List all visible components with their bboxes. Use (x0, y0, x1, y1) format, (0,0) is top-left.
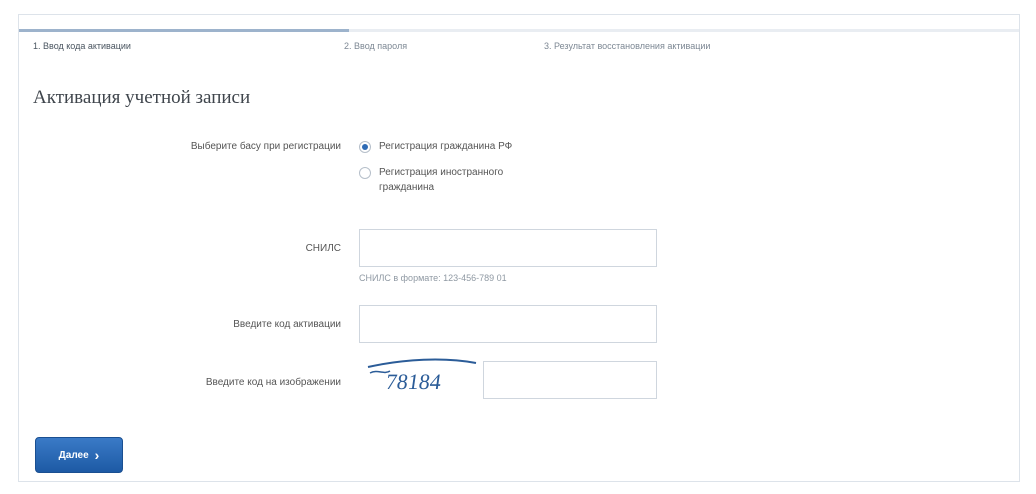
progress-fill (19, 29, 349, 32)
radio-option-citizen[interactable]: Регистрация гражданина РФ (359, 139, 559, 154)
step-2-label: 2. Ввод пароля (344, 41, 408, 51)
captcha-text: 78184 (384, 369, 443, 394)
captcha-input[interactable] (483, 361, 657, 399)
captcha-label: Введите код на изображении (205, 377, 341, 388)
radio-foreign-label: Регистрация иностранного гражданина (379, 167, 504, 193)
radio-foreign[interactable] (359, 167, 371, 179)
step-3-label: 3. Результат восстановления активации (544, 41, 711, 51)
snils-label: СНИЛС (305, 243, 341, 254)
activation-panel: 1. Ввод кода активации 2. Ввод пароля 3.… (18, 14, 1020, 482)
snils-hint: СНИЛС в формате: 123-456-789 01 (359, 273, 507, 283)
activation-code-label: Введите код активации (233, 319, 341, 330)
next-button-label: Далее (58, 449, 89, 461)
captcha-image: 78184 (364, 355, 484, 405)
snils-input[interactable] (359, 229, 657, 267)
registration-type-label: Выберите басу при регистрации (190, 141, 341, 152)
radio-citizen[interactable] (359, 141, 371, 153)
radio-option-foreign[interactable]: Регистрация иностранного гражданина (359, 165, 529, 195)
progress-bar (19, 29, 1019, 32)
page-title: Активация учетной записи (33, 87, 251, 108)
step-1-label: 1. Ввод кода активации (33, 41, 131, 51)
activation-code-input[interactable] (359, 305, 657, 343)
next-button[interactable]: Далее › (35, 437, 123, 473)
chevron-right-icon: › (94, 447, 100, 463)
radio-citizen-label: Регистрация гражданина РФ (379, 141, 513, 152)
